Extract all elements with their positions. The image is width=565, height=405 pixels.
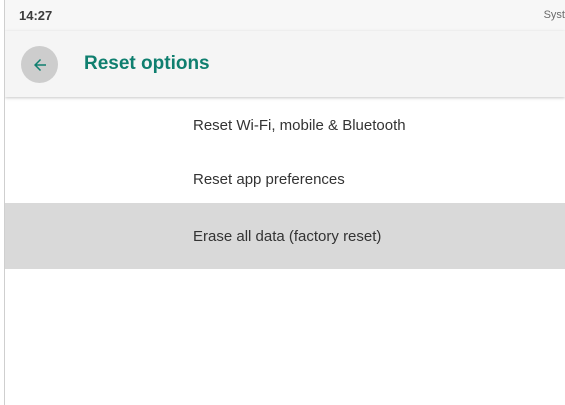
- settings-screen: 14:27 Syst Reset options Reset Wi-Fi, mo…: [4, 0, 565, 405]
- list-item-label: Reset Wi-Fi, mobile & Bluetooth: [193, 117, 406, 134]
- list-item-reset-app-preferences[interactable]: Reset app preferences: [5, 151, 565, 211]
- list-item-reset-network[interactable]: Reset Wi-Fi, mobile & Bluetooth: [5, 97, 565, 157]
- status-system-label: Syst: [543, 9, 565, 21]
- list-item-label: Erase all data (factory reset): [193, 228, 382, 245]
- status-bar: 14:27 Syst: [5, 0, 565, 31]
- back-button[interactable]: [21, 46, 58, 83]
- page-title: Reset options: [84, 53, 210, 74]
- status-time: 14:27: [19, 8, 53, 23]
- app-bar: Reset options: [5, 31, 565, 97]
- list-item-label: Reset app preferences: [193, 171, 345, 188]
- arrow-back-icon: [31, 56, 49, 74]
- list-item-factory-reset[interactable]: Erase all data (factory reset): [5, 203, 565, 269]
